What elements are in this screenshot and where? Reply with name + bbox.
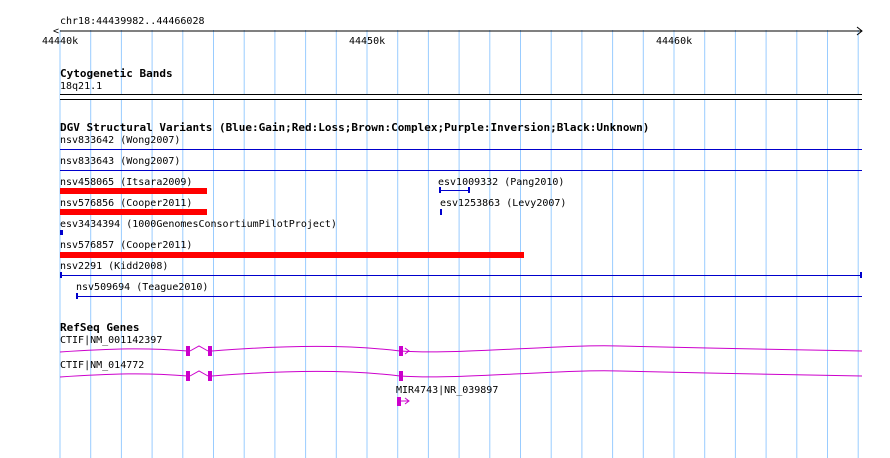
feature-bar-loss[interactable] <box>60 252 524 258</box>
feature-bar-cap <box>60 272 62 278</box>
feature-label: nsv2291 (Kidd2008) <box>60 261 169 272</box>
feature-bar-gain[interactable] <box>439 190 470 191</box>
ruler-tick-label: 44440k <box>42 36 79 47</box>
cytoband-bar[interactable] <box>60 94 862 100</box>
feature-label: esv3434394 (1000GenomesConsortiumPilotPr… <box>60 219 337 230</box>
feature-bar-cap <box>439 187 441 193</box>
feature-label: esv1253863 (Levy2007) <box>440 198 567 209</box>
feature-bar-gain[interactable] <box>60 230 63 235</box>
feature-label: nsv576856 (Cooper2011) <box>60 198 193 209</box>
cytoband-label: 18q21.1 <box>60 81 103 92</box>
feature-bar-gain[interactable] <box>60 149 862 150</box>
feature-bar-cap <box>860 272 862 278</box>
feature-label: nsv509694 (Teague2010) <box>76 282 209 293</box>
feature-bar-loss[interactable] <box>60 188 207 194</box>
feature-bar-gain[interactable] <box>60 170 862 171</box>
feature-label: nsv833643 (Wong2007) <box>60 156 181 167</box>
feature-label: nsv833642 (Wong2007) <box>60 135 181 146</box>
feature-label: nsv458065 (Itsara2009) <box>60 177 193 188</box>
feature-label: nsv576857 (Cooper2011) <box>60 240 193 251</box>
gene-model-ctif-2[interactable] <box>59 370 863 381</box>
feature-bar-cap <box>76 293 78 299</box>
ruler <box>60 26 863 36</box>
ruler-tick-label: 44450k <box>349 36 386 47</box>
feature-bar-gain[interactable] <box>60 275 862 276</box>
feature-bar-gain[interactable] <box>76 296 862 297</box>
gene-model-ctif-1[interactable] <box>59 345 863 356</box>
feature-label: esv1009332 (Pang2010) <box>438 177 565 188</box>
feature-bar-cap <box>468 187 470 193</box>
ruler-tick-label: 44460k <box>656 36 693 47</box>
track-title-dgv: DGV Structural Variants (Blue:Gain;Red:L… <box>60 121 650 134</box>
track-title-cytobands: Cytogenetic Bands <box>60 67 173 80</box>
feature-bar-loss[interactable] <box>60 209 207 215</box>
gene-model-mir4743[interactable] <box>397 397 410 406</box>
gene-models <box>59 345 863 406</box>
feature-bar-gain[interactable] <box>440 209 442 215</box>
